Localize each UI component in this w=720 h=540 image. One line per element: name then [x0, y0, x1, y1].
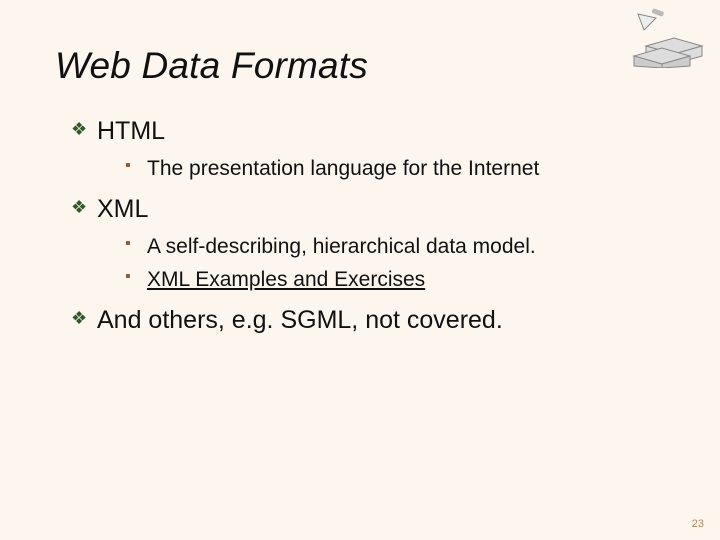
sub-item-text: A self-describing, hierarchical data mod…: [147, 235, 536, 258]
sub-list: The presentation language for the Intern…: [97, 153, 665, 186]
list-item: HTML The presentation language for the I…: [71, 115, 665, 185]
list-item-text: And others, e.g. SGML, not covered.: [97, 306, 503, 334]
list-item-text: HTML: [97, 117, 165, 145]
sub-item: A self-describing, hierarchical data mod…: [125, 231, 665, 264]
sub-item: The presentation language for the Intern…: [125, 153, 665, 186]
sub-item: XML Examples and Exercises: [125, 264, 665, 297]
list-item: XML A self-describing, hierarchical data…: [71, 193, 665, 296]
bullet-list: HTML The presentation language for the I…: [55, 115, 665, 338]
slide: Web Data Formats HTML The presentation l…: [0, 0, 720, 540]
sub-item-link[interactable]: XML Examples and Exercises: [147, 268, 425, 291]
sub-list: A self-describing, hierarchical data mod…: [97, 231, 665, 296]
list-item-text: XML: [97, 195, 148, 223]
sub-item-text: The presentation language for the Intern…: [147, 157, 539, 180]
page-number: 23: [692, 518, 704, 530]
slide-title: Web Data Formats: [55, 45, 665, 87]
bricks-icon: [616, 8, 706, 68]
list-item: And others, e.g. SGML, not covered.: [71, 304, 665, 338]
